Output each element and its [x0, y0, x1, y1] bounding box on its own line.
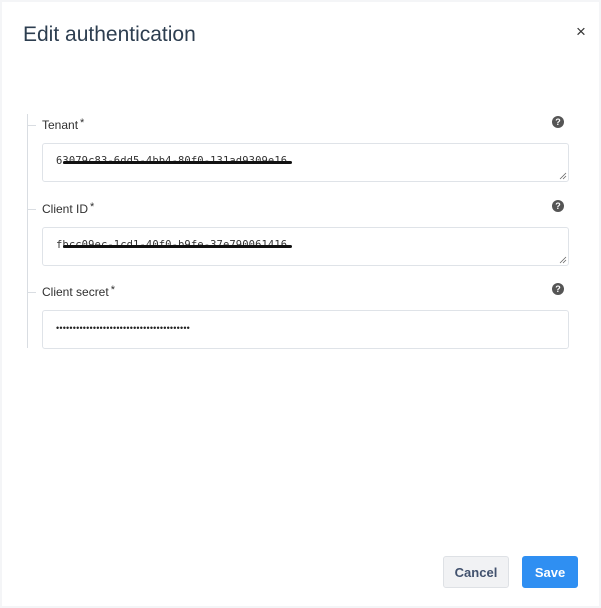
field-connector-line — [28, 125, 36, 126]
client-id-input[interactable]: fbcc09ec-1cd1-40f0-b9fe-37e790061416 — [42, 227, 569, 266]
close-button[interactable]: × — [572, 22, 590, 40]
close-icon: × — [576, 21, 586, 41]
save-button[interactable]: Save — [522, 556, 578, 588]
required-marker: * — [110, 284, 115, 296]
required-marker: * — [80, 117, 85, 129]
question-circle-icon[interactable]: ? — [552, 283, 564, 295]
client-secret-masked-value: •••••••••••••••••••••••••••••••••••••••• — [56, 323, 191, 333]
client-secret-label: Client secret * — [42, 284, 115, 299]
field-connector-line — [28, 292, 36, 293]
field-connector-line — [28, 209, 36, 210]
resize-handle-icon[interactable] — [559, 256, 567, 264]
dialog-title: Edit authentication — [23, 23, 196, 46]
authentication-form: Tenant* ? 63079c83-6dd5-4bb4-80f0-131ad9… — [27, 114, 573, 349]
edit-authentication-dialog: Edit authentication × Tenant* ? 63079c83… — [2, 2, 599, 606]
tenant-label: Tenant * — [42, 117, 85, 132]
redaction-strike — [63, 245, 293, 248]
redaction-strike — [63, 161, 293, 164]
required-marker: * — [90, 201, 95, 213]
cancel-button[interactable]: Cancel — [443, 556, 509, 588]
svg-text:?: ? — [555, 201, 561, 211]
resize-handle-icon[interactable] — [559, 172, 567, 180]
client-id-label: Client ID * — [42, 201, 95, 216]
tenant-input[interactable]: 63079c83-6dd5-4bb4-80f0-131ad9309e16 — [42, 143, 569, 182]
question-circle-icon[interactable]: ? — [552, 116, 564, 128]
svg-text:?: ? — [555, 117, 561, 127]
svg-text:?: ? — [555, 284, 561, 294]
client-id-value: fbcc09ec-1cd1-40f0-b9fe-37e790061416 — [56, 239, 293, 251]
question-circle-icon[interactable]: ? — [552, 200, 564, 212]
tenant-value: 63079c83-6dd5-4bb4-80f0-131ad9309e16 — [56, 155, 293, 167]
client-secret-input[interactable]: •••••••••••••••••••••••••••••••••••••••• — [42, 310, 569, 349]
